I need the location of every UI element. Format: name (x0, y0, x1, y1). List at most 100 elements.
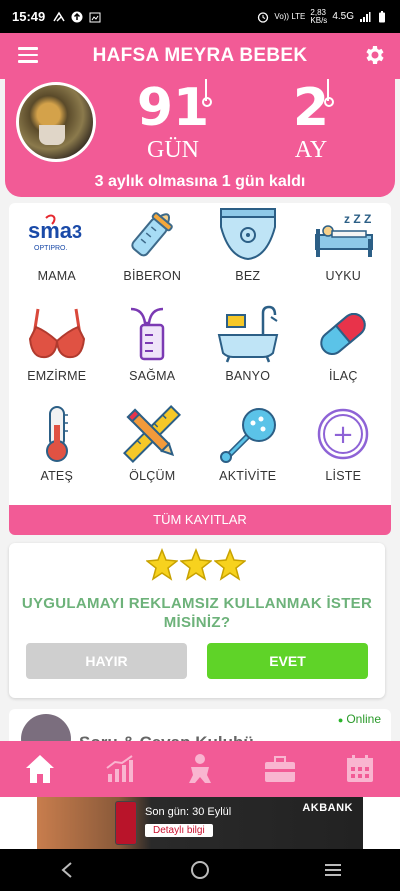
rating-stars (146, 548, 246, 584)
breast-pump-icon (121, 305, 183, 363)
pill-icon (312, 305, 374, 363)
home-circle-icon (190, 861, 209, 879)
ad-strip: Son gün: 30 Eylül Detaylı bilgi AKBANK (0, 797, 400, 849)
gear-icon[interactable] (362, 43, 386, 67)
status-bar: 15:49 Vo)) LTE 2,83 KB/s 4.5G (0, 0, 400, 33)
ad-text: Son gün: 30 Eylül (145, 806, 232, 818)
gallery-icon (89, 12, 101, 22)
grid-item-olcum[interactable]: ÖLÇÜM (105, 403, 201, 503)
ad-brand: AKBANK (302, 802, 353, 814)
baby-bottle-icon (121, 205, 183, 263)
star-icon (214, 548, 246, 581)
grid-item-label: İLAÇ (328, 369, 358, 383)
sys-recents-button[interactable] (318, 855, 348, 885)
app-bar: HAFSA MEYRA BEBEK (0, 33, 400, 79)
remaining-text: 3 aylık olmasına 1 gün kaldı (94, 173, 306, 190)
grid-item-uyku[interactable]: z Z Z UYKU (296, 203, 392, 303)
activity-grid-card: sma 3 OPTIPRO. MAMA BİBERON BEZ z Z Z UY… (9, 203, 391, 535)
sys-back-button[interactable] (52, 855, 82, 885)
volte-label: Vo)) LTE (274, 12, 306, 21)
diaper-icon (217, 205, 279, 263)
grid-item-sagma[interactable]: SAĞMA (105, 303, 201, 403)
sma-logo-text: sma (28, 218, 73, 243)
baby-age-header: 91 GÜN 2 AY 3 aylık olmasına 1 gün kaldı (5, 79, 395, 197)
toolbox-icon (265, 756, 295, 782)
grid-item-label: LİSTE (325, 469, 362, 483)
sleep-bed-icon: z Z Z (312, 205, 374, 263)
months-stat: 2 AY (281, 79, 341, 163)
bra-icon (26, 305, 88, 363)
thermometer-icon (26, 405, 88, 463)
grid-item-bez[interactable]: BEZ (200, 203, 296, 303)
growth-chart-icon (106, 755, 133, 782)
grid-item-mama[interactable]: sma 3 OPTIPRO. MAMA (9, 203, 105, 303)
hanging-ornament-icon (324, 79, 334, 107)
ad-phone-image (115, 801, 137, 845)
home-icon (26, 755, 54, 783)
system-nav-bar (0, 849, 400, 891)
baby-icon (189, 754, 211, 783)
sma-formula-icon: sma 3 OPTIPRO. (26, 205, 88, 263)
days-value: 91 (136, 78, 210, 138)
bottom-nav (0, 741, 400, 797)
grid-item-aktivite[interactable]: AKTİVİTE (200, 403, 296, 503)
calendar-icon (347, 755, 373, 782)
online-status: Online (338, 712, 381, 726)
plus-glyph: + (332, 420, 354, 450)
ruler-pencil-icon (121, 405, 183, 463)
grid-item-biberon[interactable]: BİBERON (105, 203, 201, 303)
nav-toolbox[interactable] (258, 749, 302, 789)
avatar[interactable] (16, 82, 96, 162)
sleep-z-text: z Z Z (344, 212, 371, 226)
grid-item-label: UYKU (325, 269, 362, 283)
grid-item-label: BANYO (225, 369, 271, 383)
activity-grid: sma 3 OPTIPRO. MAMA BİBERON BEZ z Z Z UY… (9, 203, 391, 503)
nav-calendar[interactable] (338, 749, 382, 789)
grid-item-label: ATEŞ (40, 469, 74, 483)
days-unit: GÜN (147, 137, 199, 163)
nav-baby[interactable] (178, 749, 222, 789)
grid-item-label: ÖLÇÜM (129, 469, 176, 483)
months-value: 2 (292, 78, 330, 138)
app-title: HAFSA MEYRA BEBEK (92, 45, 308, 66)
ad-free-card: UYGULAMAYI REKLAMSIZ KULLANMAK İSTER MİS… (9, 543, 385, 698)
no-button[interactable]: HAYIR (26, 643, 187, 679)
star-icon (180, 548, 212, 581)
sma-logo-sub: OPTIPRO. (34, 245, 68, 252)
speed-unit: KB/s (310, 15, 328, 25)
grid-item-emzirme[interactable]: EMZİRME (9, 303, 105, 403)
grid-item-label: AKTİVİTE (219, 469, 277, 483)
nav-home[interactable] (18, 749, 62, 789)
all-records-button[interactable]: TÜM KAYITLAR (9, 505, 391, 535)
grid-item-ilac[interactable]: İLAÇ (296, 303, 392, 403)
notification-icon (53, 11, 65, 22)
months-unit: AY (294, 137, 328, 163)
yes-button[interactable]: EVET (207, 643, 368, 679)
hamburger-icon[interactable] (18, 47, 38, 63)
upload-icon (71, 11, 83, 22)
grid-item-label: MAMA (37, 269, 76, 283)
sys-home-button[interactable] (185, 855, 215, 885)
plus-circle-icon: + (312, 405, 374, 463)
sma-logo-number: 3 (72, 222, 82, 242)
rattle-icon (217, 405, 279, 463)
back-icon (61, 862, 72, 878)
grid-item-label: SAĞMA (129, 369, 176, 383)
nav-growth[interactable] (98, 749, 142, 789)
grid-item-label: BEZ (235, 269, 261, 283)
network-label: 4.5G (332, 11, 354, 22)
bathtub-icon (217, 305, 279, 363)
days-stat: 91 GÜN (133, 79, 213, 163)
star-icon (146, 548, 178, 581)
grid-item-liste[interactable]: + LİSTE (296, 403, 392, 503)
hanging-ornament-icon (202, 79, 212, 107)
ad-details-button[interactable]: Detaylı bilgi (145, 824, 213, 837)
grid-item-banyo[interactable]: BANYO (200, 303, 296, 403)
battery-icon (379, 10, 385, 22)
ad-banner[interactable]: Son gün: 30 Eylül Detaylı bilgi AKBANK (37, 797, 363, 849)
alarm-icon (258, 11, 269, 23)
ad-free-question: UYGULAMAYI REKLAMSIZ KULLANMAK İSTER MİS… (21, 595, 373, 631)
signal-icon (360, 11, 371, 22)
grid-item-label: EMZİRME (27, 369, 87, 383)
grid-item-ates[interactable]: ATEŞ (9, 403, 105, 503)
